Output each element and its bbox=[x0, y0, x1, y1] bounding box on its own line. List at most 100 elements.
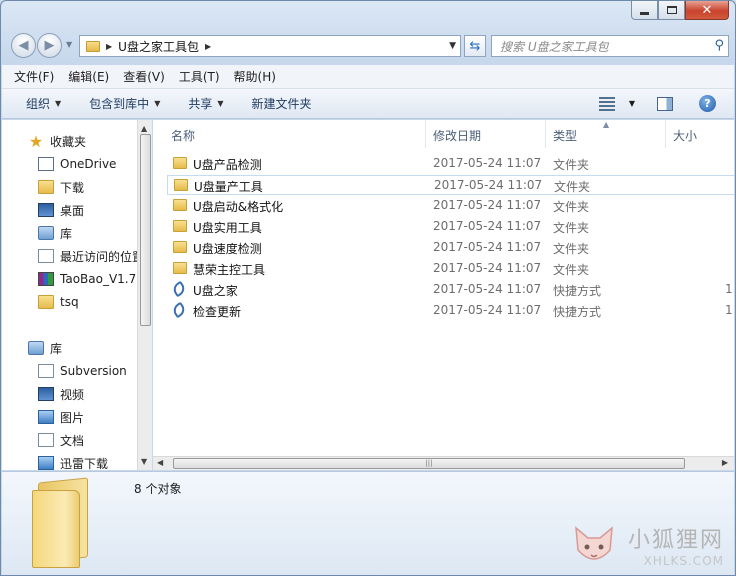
file-type: 文件夹 bbox=[553, 221, 590, 235]
file-name: U盘量产工具 bbox=[194, 180, 263, 194]
nav-item-desktop[interactable]: 桌面 bbox=[38, 199, 84, 221]
nav-item-videos[interactable]: 视频 bbox=[38, 383, 84, 405]
nav-item-pictures[interactable]: 图片 bbox=[38, 406, 84, 428]
view-dropdown-icon[interactable]: ▼ bbox=[629, 99, 635, 108]
folder-icon bbox=[173, 199, 187, 211]
file-name: U盘之家 bbox=[193, 284, 238, 298]
file-type: 文件夹 bbox=[553, 242, 590, 256]
new-folder-button[interactable]: 新建文件夹 bbox=[252, 95, 312, 112]
file-date: 2017-05-24 11:07 bbox=[433, 282, 542, 296]
menu-tools[interactable]: 工具(T) bbox=[179, 68, 220, 85]
nav-favorites[interactable]: ★ 收藏夹 bbox=[28, 130, 86, 152]
file-row[interactable]: U盘实用工具 2017-05-24 11:07 文件夹 bbox=[167, 217, 734, 237]
nav-item-label: 最近访问的位置 bbox=[60, 249, 137, 264]
column-divider[interactable] bbox=[545, 120, 546, 148]
scrollbar-thumb[interactable] bbox=[140, 134, 151, 326]
search-placeholder: 搜索 U盘之家工具包 bbox=[500, 39, 609, 54]
maximize-button[interactable] bbox=[658, 1, 685, 20]
nav-library[interactable]: 库 bbox=[28, 337, 62, 359]
nav-item-libraries[interactable]: 库 bbox=[38, 222, 72, 244]
search-icon[interactable]: ⚲ bbox=[714, 38, 724, 53]
nav-item-downloads[interactable]: 下载 bbox=[38, 176, 84, 198]
breadcrumb-separator-icon[interactable]: ▶ bbox=[106, 42, 112, 51]
menu-bar: 文件(F) 编辑(E) 查看(V) 工具(T) 帮助(H) bbox=[2, 65, 734, 89]
scroll-right-icon[interactable]: ▶ bbox=[722, 458, 728, 467]
address-bar[interactable]: ▶ U盘之家工具包 ▶ ▼ bbox=[79, 35, 461, 57]
archive-icon bbox=[38, 272, 54, 286]
file-name: 检查更新 bbox=[193, 305, 242, 319]
file-row[interactable]: U盘之家 2017-05-24 11:07 快捷方式 1 K bbox=[167, 280, 734, 300]
nav-favorites-label: 收藏夹 bbox=[50, 134, 87, 149]
view-options-icon[interactable] bbox=[598, 96, 615, 111]
nav-item-label: 库 bbox=[60, 226, 73, 241]
address-dropdown-icon[interactable]: ▼ bbox=[449, 41, 456, 51]
file-row[interactable]: 慧荣主控工具 2017-05-24 11:07 文件夹 bbox=[167, 259, 734, 279]
column-size[interactable]: 大小 bbox=[673, 127, 697, 144]
nav-item-documents[interactable]: 文档 bbox=[38, 429, 84, 451]
recent-pages-dropdown[interactable]: ▼ bbox=[66, 40, 72, 49]
menu-edit[interactable]: 编辑(E) bbox=[68, 68, 109, 85]
column-type[interactable]: 类型 bbox=[553, 127, 577, 144]
horizontal-scrollbar[interactable]: ◀ ||| ▶ bbox=[153, 456, 734, 470]
preview-pane-icon[interactable] bbox=[657, 96, 673, 111]
menu-help[interactable]: 帮助(H) bbox=[234, 68, 276, 85]
folder-icon bbox=[174, 179, 188, 191]
file-name: U盘速度检测 bbox=[193, 242, 262, 256]
breadcrumb-separator-icon[interactable]: ▶ bbox=[205, 42, 211, 51]
file-type: 快捷方式 bbox=[553, 305, 602, 319]
refresh-icon: ⇆ bbox=[469, 38, 481, 54]
file-date: 2017-05-24 11:07 bbox=[433, 240, 542, 254]
download-library-icon bbox=[38, 456, 54, 470]
folder-icon bbox=[173, 220, 187, 232]
search-input[interactable]: 搜索 U盘之家工具包 ⚲ bbox=[491, 35, 729, 57]
scroll-up-icon[interactable]: ▲ bbox=[141, 124, 147, 133]
nav-item-thunder-downloads[interactable]: 迅雷下载 bbox=[38, 452, 108, 470]
navigation-scrollbar[interactable]: ▲ ▼ bbox=[137, 120, 152, 470]
include-in-library-button[interactable]: 包含到库中 ▼ bbox=[89, 95, 160, 112]
command-bar: 组织 ▼ 包含到库中 ▼ 共享 ▼ 新建文件夹 ▼ ? bbox=[2, 89, 734, 119]
file-list: 名称 修改日期 类型 ▲ 大小 U盘产品检测 2017-05-24 11:07 … bbox=[153, 120, 734, 456]
back-button[interactable]: ◀ bbox=[11, 33, 36, 58]
nav-item-tsq[interactable]: tsq bbox=[38, 291, 79, 313]
scroll-left-icon[interactable]: ◀ bbox=[157, 458, 163, 467]
scrollbar-thumb[interactable]: ||| bbox=[173, 458, 685, 469]
file-date: 2017-05-24 11:07 bbox=[433, 261, 542, 275]
library-icon bbox=[28, 341, 44, 355]
nav-item-subversion[interactable]: Subversion bbox=[38, 360, 127, 382]
column-date[interactable]: 修改日期 bbox=[433, 127, 481, 144]
breadcrumb-current[interactable]: U盘之家工具包 bbox=[118, 38, 199, 55]
close-button[interactable]: ✕ bbox=[685, 1, 729, 20]
chevron-down-icon: ▼ bbox=[154, 99, 161, 108]
view-controls: ▼ ? bbox=[598, 95, 716, 112]
menu-file[interactable]: 文件(F) bbox=[14, 68, 54, 85]
menu-view[interactable]: 查看(V) bbox=[123, 68, 165, 85]
share-button[interactable]: 共享 ▼ bbox=[188, 95, 223, 112]
file-row[interactable]: U盘速度检测 2017-05-24 11:07 文件夹 bbox=[167, 238, 734, 258]
file-size: 1 K bbox=[725, 303, 734, 317]
nav-item-recent-places[interactable]: 最近访问的位置 bbox=[38, 245, 137, 267]
file-row[interactable]: 检查更新 2017-05-24 11:07 快捷方式 1 K bbox=[167, 301, 734, 321]
forward-button[interactable]: ▶ bbox=[37, 33, 62, 58]
nav-item-label: 视频 bbox=[60, 387, 85, 402]
file-name: 慧荣主控工具 bbox=[193, 263, 266, 277]
new-folder-label: 新建文件夹 bbox=[251, 97, 312, 111]
column-name[interactable]: 名称 bbox=[171, 127, 195, 144]
scroll-down-icon[interactable]: ▼ bbox=[141, 457, 147, 466]
refresh-button[interactable]: ⇆ bbox=[464, 35, 486, 57]
nav-item-taobao[interactable]: TaoBao_V1.7 bbox=[38, 268, 136, 290]
help-icon[interactable]: ? bbox=[699, 95, 716, 112]
column-divider[interactable] bbox=[425, 120, 426, 148]
file-row[interactable]: U盘启动&格式化 2017-05-24 11:07 文件夹 bbox=[167, 196, 734, 216]
column-divider[interactable] bbox=[665, 120, 666, 148]
file-size: 1 K bbox=[725, 282, 734, 296]
file-row[interactable]: U盘产品检测 2017-05-24 11:07 文件夹 bbox=[167, 154, 734, 174]
watermark: 小狐狸网 XHLKS.COM bbox=[575, 522, 724, 568]
file-type: 文件夹 bbox=[553, 158, 590, 172]
nav-item-onedrive[interactable]: OneDrive bbox=[38, 153, 116, 175]
back-arrow-icon: ◀ bbox=[18, 38, 29, 53]
file-date: 2017-05-24 11:07 bbox=[434, 178, 543, 192]
nav-library-label: 库 bbox=[50, 341, 63, 356]
minimize-button[interactable] bbox=[631, 1, 658, 20]
file-row-hovered[interactable]: U盘量产工具 2017-05-24 11:07 文件夹 bbox=[167, 175, 734, 195]
organize-button[interactable]: 组织 ▼ bbox=[26, 95, 61, 112]
